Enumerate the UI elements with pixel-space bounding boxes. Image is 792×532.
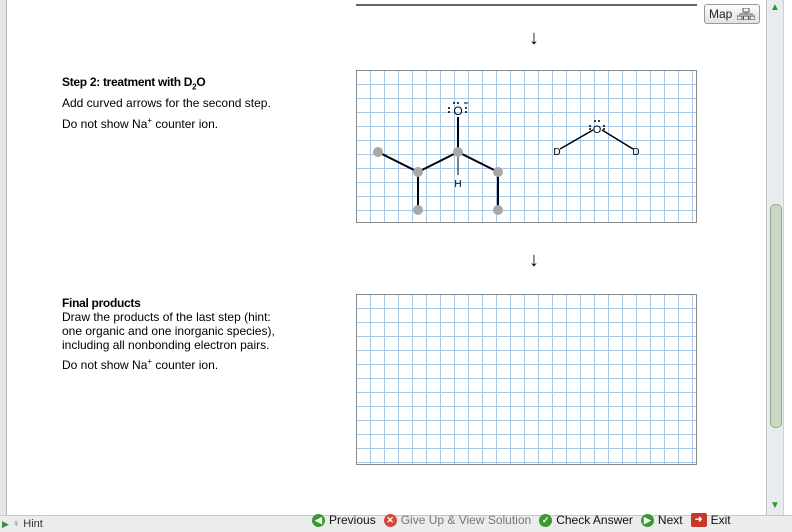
final-title: Final products (62, 296, 141, 310)
final-products-canvas[interactable] (356, 294, 697, 465)
map-tree-icon (737, 8, 755, 20)
hint-label: Hint (23, 518, 43, 530)
previous-button[interactable]: ◀ Previous (312, 513, 376, 527)
step2-drawing-canvas[interactable]: O H D D O (356, 70, 697, 223)
molecule-drawing: O H D D O (373, 102, 640, 215)
next-button[interactable]: ▶ Next (640, 513, 683, 527)
left-frame (0, 0, 7, 531)
step2-line2: Do not show Na+ counter ion. (62, 116, 219, 132)
checkmark-icon: ✓ (539, 513, 553, 527)
final-line4: Do not show Na+ counter ion. (62, 357, 219, 372)
previous-arrow-icon: ◀ (312, 513, 325, 527)
hydrogen-atom: H (454, 179, 461, 190)
previous-canvas-edge (356, 4, 697, 6)
water-oxygen: O (593, 124, 602, 136)
scroll-down-icon[interactable]: ▼ (767, 498, 783, 514)
final-line1: Draw the products of the last step (hint… (62, 310, 271, 324)
check-answer-button[interactable]: ✓ Check Answer (539, 513, 633, 527)
right-frame (783, 0, 792, 515)
final-products-instructions: Final products Draw the products of the … (62, 296, 352, 372)
scroll-up-icon[interactable]: ▲ (767, 0, 783, 16)
map-label: Map (709, 7, 733, 21)
step2-title: Step 2: treatment with D2O (62, 75, 206, 92)
exit-door-icon: ➜ (690, 513, 707, 527)
navigation-toolbar: ◀ Previous ✕ Give Up & View Solution ✓ C… (312, 509, 731, 531)
lightbulb-icon: ♀ (11, 518, 21, 530)
oxygen-atom: O (453, 104, 462, 118)
final-line3: including all nonbonding electron pairs. (62, 338, 270, 352)
expand-triangle-icon: ▶ (2, 519, 9, 529)
exit-button[interactable]: ➜ Exit (690, 513, 731, 527)
hint-toggle[interactable]: ▶ ♀ Hint (2, 518, 43, 531)
deuterium-right: D (632, 147, 639, 158)
step2-line1: Add curved arrows for the second step. (62, 96, 271, 111)
give-up-button[interactable]: ✕ Give Up & View Solution (383, 513, 531, 527)
down-arrow-1: ↓ (529, 27, 539, 49)
deuterium-left: D (553, 147, 560, 158)
final-line2: one organic and one inorganic species), (62, 324, 275, 338)
vertical-scrollbar[interactable]: ▲ ▼ (766, 0, 783, 515)
map-button[interactable]: Map (704, 4, 760, 24)
cancel-icon: ✕ (383, 513, 397, 527)
next-arrow-icon: ▶ (640, 513, 654, 527)
down-arrow-2: ↓ (529, 249, 539, 271)
step2-instructions: Step 2: treatment with D2O Add curved ar… (62, 74, 342, 133)
scrollbar-thumb[interactable] (770, 204, 782, 428)
